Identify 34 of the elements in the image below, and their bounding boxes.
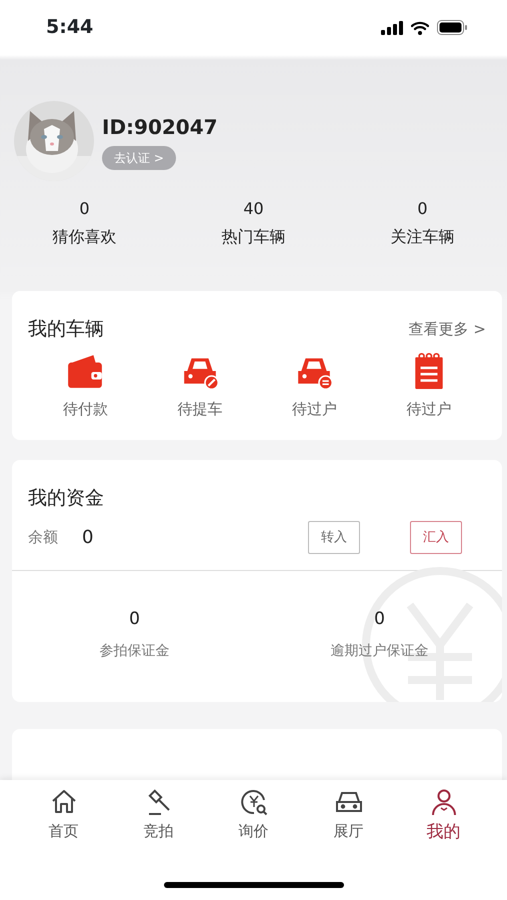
- home-icon: [50, 788, 78, 816]
- deposit-amount: 0: [374, 608, 385, 631]
- tab-button[interactable]: 询价: [218, 788, 288, 846]
- tab-button[interactable]: 首页: [28, 788, 98, 846]
- deposit-label: 参拍保证金: [100, 642, 170, 660]
- stat-count: 40: [243, 198, 264, 220]
- deposit-label: 逾期过户保证金: [330, 642, 428, 660]
- stat-label: 热门车辆: [222, 226, 286, 248]
- vehicle-status-label[interactable]: 待付款: [62, 398, 108, 420]
- section-title: 我的车辆: [28, 317, 104, 342]
- stat-count: 0: [79, 198, 90, 220]
- tab-button[interactable]: 展厅: [314, 788, 384, 846]
- stat-label: 关注车辆: [390, 226, 454, 248]
- view-more-link[interactable]: 查看更多 >: [408, 318, 486, 340]
- tab-button[interactable]: 竞拍: [124, 788, 194, 846]
- battery-icon: [437, 20, 467, 35]
- status-time: 5:44: [46, 15, 94, 40]
- user-id: ID:902047: [102, 114, 218, 141]
- deposit-amount: 0: [129, 608, 140, 631]
- transfer-button[interactable]: 转入: [308, 520, 360, 554]
- balance-value: 0: [82, 526, 94, 550]
- section-title: 我的资金: [28, 486, 105, 511]
- tab-button[interactable]: 我的: [408, 788, 478, 846]
- signal-icon: [381, 20, 403, 34]
- vehicle-status-label[interactable]: 待过户: [406, 398, 452, 420]
- wifi-icon: [411, 20, 429, 34]
- remit-button[interactable]: 汇入: [410, 520, 462, 554]
- stat-count: 0: [417, 198, 428, 220]
- balance-label: 余额: [28, 527, 58, 548]
- vehicle-status-label[interactable]: 待过户: [292, 398, 337, 420]
- vehicle-status-label[interactable]: 待提车: [177, 398, 222, 420]
- stat-label: 猜你喜欢: [52, 226, 116, 248]
- person-icon: [430, 788, 458, 816]
- price-inquiry-icon: [240, 788, 268, 816]
